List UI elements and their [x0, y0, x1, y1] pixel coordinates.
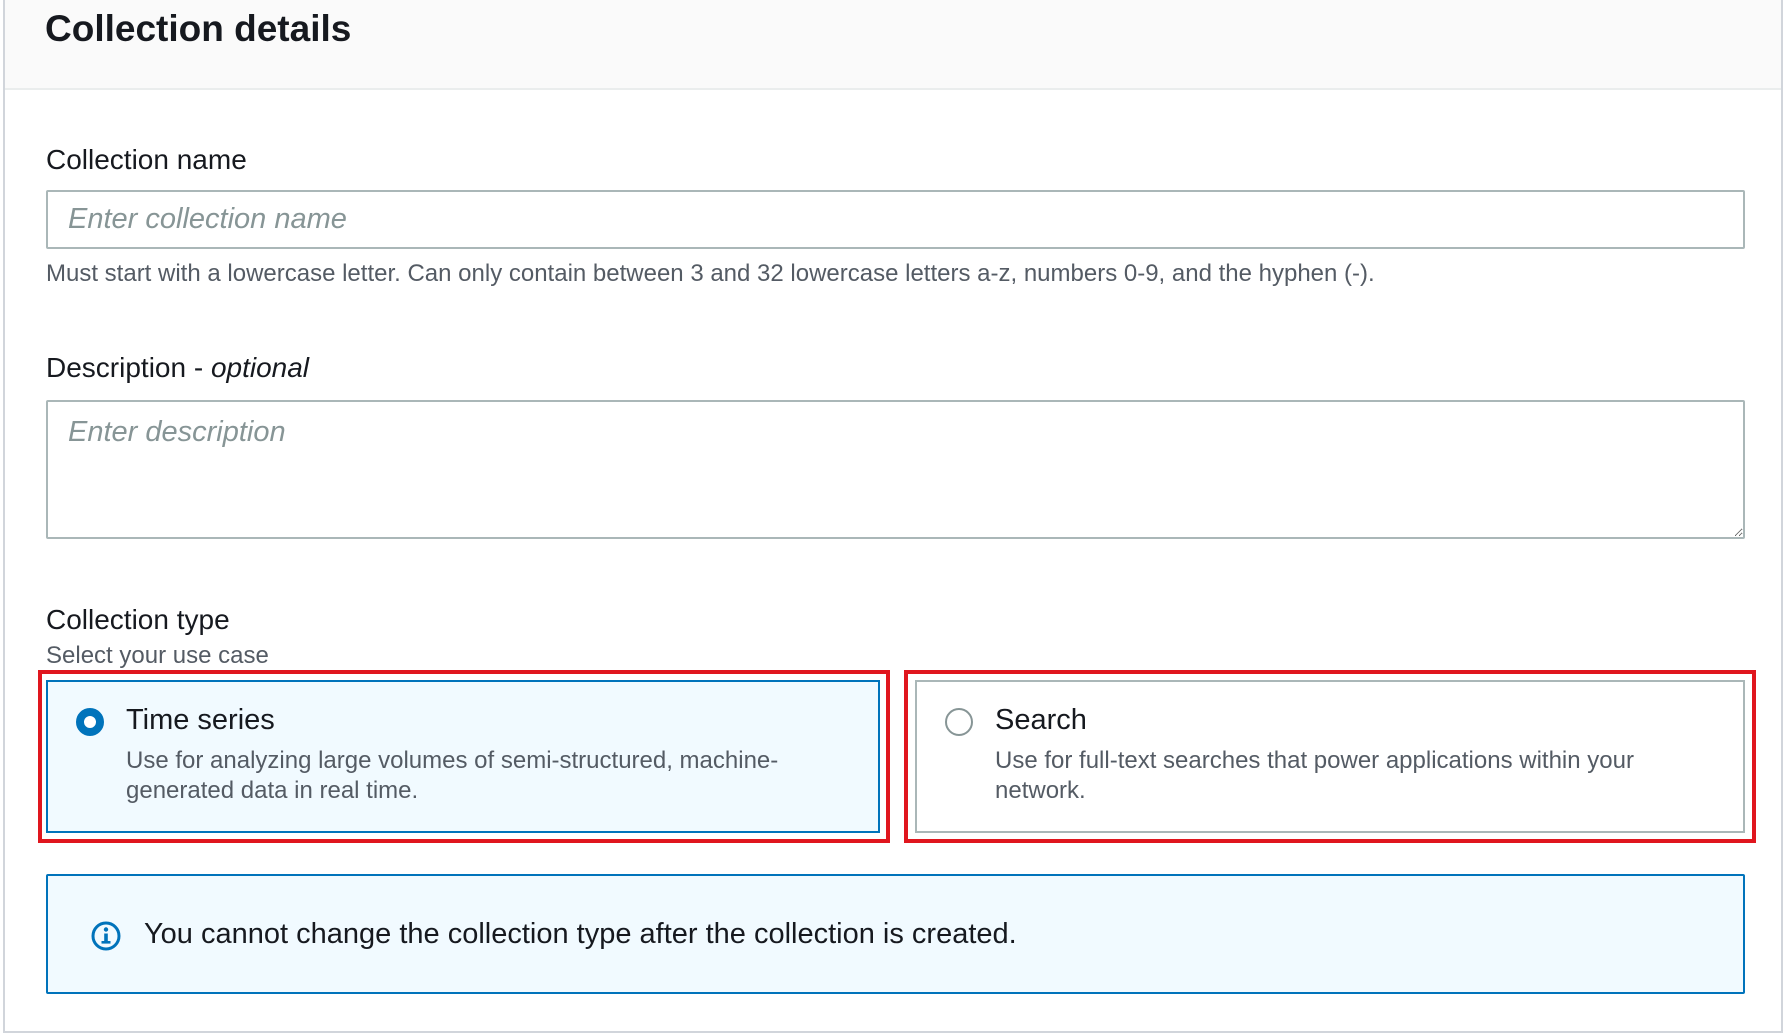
- description-label: Description - optional: [46, 352, 309, 384]
- info-alert: You cannot change the collection type af…: [46, 874, 1745, 994]
- time-series-description: Use for analyzing large volumes of semi-…: [126, 747, 779, 804]
- search-title: Search: [995, 704, 1087, 736]
- collection-type-option-time-series[interactable]: Time series Use for analyzing large volu…: [46, 680, 880, 833]
- panel-title: Collection details: [45, 8, 352, 49]
- search-description: Use for full-text searches that power ap…: [995, 747, 1634, 804]
- optional-tag: optional: [210, 352, 310, 383]
- info-text: You cannot change the collection type af…: [144, 918, 1017, 950]
- collection-name-hint: Must start with a lowercase letter. Can …: [46, 260, 1375, 287]
- collection-type-label: Collection type: [46, 604, 230, 635]
- collection-name-input[interactable]: [46, 190, 1745, 249]
- collection-type-sublabel: Select your use case: [46, 642, 269, 669]
- time-series-radio[interactable]: [76, 708, 104, 736]
- collection-name-label: Collection name: [46, 144, 247, 175]
- collection-details-panel: Collection details Collection name Must …: [3, 0, 1783, 1033]
- panel-header: Collection details: [5, 0, 1781, 90]
- info-icon: [91, 921, 121, 951]
- description-label-text: Description -: [46, 352, 211, 383]
- collection-type-option-search[interactable]: Search Use for full-text searches that p…: [915, 680, 1745, 833]
- time-series-title: Time series: [126, 704, 275, 736]
- search-radio[interactable]: [945, 708, 973, 736]
- description-input[interactable]: [46, 400, 1745, 539]
